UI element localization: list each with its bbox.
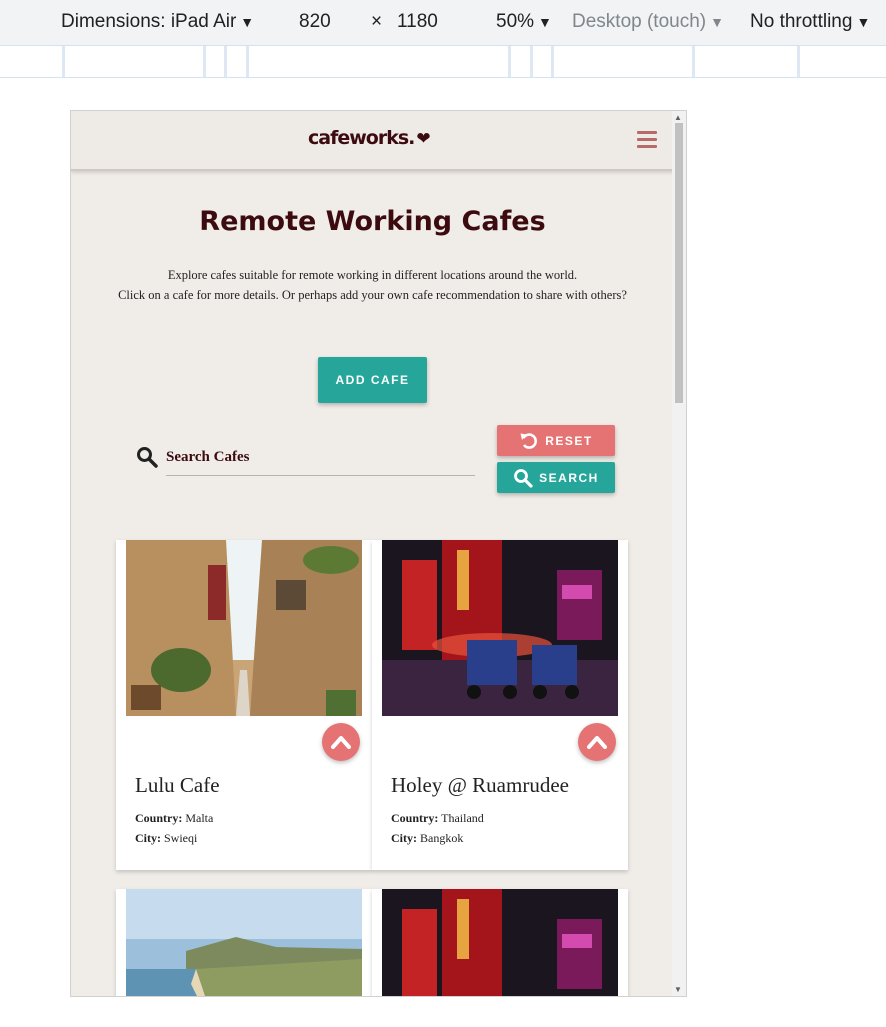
cafe-name[interactable]: Lulu Cafe — [135, 773, 220, 798]
chevron-up-icon — [587, 736, 607, 749]
cafe-country: Country: Thailand — [391, 811, 484, 826]
times-separator: × — [371, 11, 383, 32]
cafe-city: City: Swieqi — [135, 831, 197, 846]
ruler-marker[interactable] — [692, 46, 695, 77]
cafe-image[interactable] — [382, 889, 618, 996]
hamburger-menu-icon[interactable] — [637, 131, 657, 148]
cafe-name[interactable]: Holey @ Ruamrudee — [391, 773, 569, 798]
cafe-image[interactable] — [126, 540, 362, 716]
height-input[interactable]: 1180 — [397, 11, 438, 33]
city-value: Swieqi — [164, 831, 198, 845]
zoom-select[interactable]: 50% ▼ — [496, 11, 552, 33]
undo-icon — [520, 432, 538, 449]
width-input[interactable]: 820 — [299, 11, 331, 33]
search-icon — [136, 446, 158, 468]
reset-label: RESET — [545, 433, 593, 448]
page-title: Remote Working Cafes — [199, 206, 546, 237]
ruler-marker[interactable] — [508, 46, 511, 77]
device-viewport: cafeworks. ❤ Remote Working Cafes Explore… — [70, 110, 687, 997]
site-logo[interactable]: cafeworks. ❤ — [308, 127, 431, 149]
reset-button[interactable]: RESET — [497, 425, 615, 456]
expand-button[interactable] — [322, 723, 360, 761]
cafe-image[interactable] — [382, 540, 618, 716]
coffee-bean-icon: ❤ — [416, 129, 430, 149]
intro-line-1: Explore cafes suitable for remote workin… — [167, 268, 578, 282]
caret-down-icon: ▼ — [538, 14, 552, 30]
scrollbar-thumb[interactable] — [675, 123, 683, 403]
search-input[interactable]: Search Cafes — [166, 444, 475, 476]
search-button[interactable]: SEARCH — [497, 462, 615, 493]
scroll-up-icon[interactable]: ▲ — [674, 113, 682, 122]
caret-down-icon: ▼ — [856, 14, 871, 30]
city-label: City: — [135, 831, 161, 845]
throttling-select[interactable]: No throttling ▼ — [750, 11, 870, 33]
device-mode-select[interactable]: Desktop (touch) ▼ — [572, 11, 724, 33]
devtools-toolbar: Dimensions: iPad Air ▼ 820 × 1180 50% ▼ De… — [0, 0, 886, 45]
device-dimensions-label: Dimensions: iPad Air — [61, 11, 237, 32]
caret-down-icon: ▼ — [710, 14, 724, 30]
throttling-label: No throttling — [750, 11, 853, 32]
cafe-card[interactable] — [116, 889, 372, 996]
zoom-label: 50% — [496, 11, 535, 32]
ruler-marker[interactable] — [203, 46, 206, 77]
site-navbar: cafeworks. ❤ — [71, 111, 674, 171]
cafe-card[interactable]: Lulu Cafe Country: Malta City: Swieqi — [116, 540, 372, 870]
scroll-down-icon[interactable]: ▼ — [674, 985, 682, 994]
ruler-marker[interactable] — [551, 46, 554, 77]
ruler-marker[interactable] — [797, 46, 800, 77]
country-label: Country: — [391, 811, 439, 825]
ruler-marker[interactable] — [62, 46, 65, 77]
chevron-up-icon — [331, 736, 351, 749]
ruler-marker[interactable] — [246, 46, 249, 77]
intro-text: Explore cafes suitable for remote workin… — [111, 265, 634, 305]
cafe-country: Country: Malta — [135, 811, 213, 826]
cafe-image[interactable] — [126, 889, 362, 996]
city-label: City: — [391, 831, 417, 845]
search-icon — [514, 468, 533, 488]
caret-down-icon: ▼ — [240, 14, 255, 30]
device-mode-label: Desktop (touch) — [572, 11, 707, 32]
country-value: Thailand — [441, 811, 484, 825]
device-dimensions-select[interactable]: Dimensions: iPad Air ▼ — [61, 11, 254, 33]
logo-text: cafeworks. — [308, 127, 415, 149]
city-value: Bangkok — [420, 831, 464, 845]
cafe-card[interactable]: Holey @ Ruamrudee Country: Thailand City… — [372, 540, 628, 870]
country-value: Malta — [185, 811, 214, 825]
ruler-marker[interactable] — [224, 46, 227, 77]
add-cafe-button[interactable]: ADD CAFE — [318, 357, 427, 403]
ruler-marker[interactable] — [530, 46, 533, 77]
cafe-card[interactable] — [372, 889, 628, 996]
expand-button[interactable] — [578, 723, 616, 761]
media-query-ruler — [0, 45, 886, 78]
intro-line-2: Click on a cafe for more details. Or per… — [118, 288, 627, 302]
search-label: SEARCH — [539, 470, 599, 485]
scrollbar[interactable]: ▲ ▼ — [672, 111, 686, 996]
country-label: Country: — [135, 811, 183, 825]
cafe-city: City: Bangkok — [391, 831, 463, 846]
